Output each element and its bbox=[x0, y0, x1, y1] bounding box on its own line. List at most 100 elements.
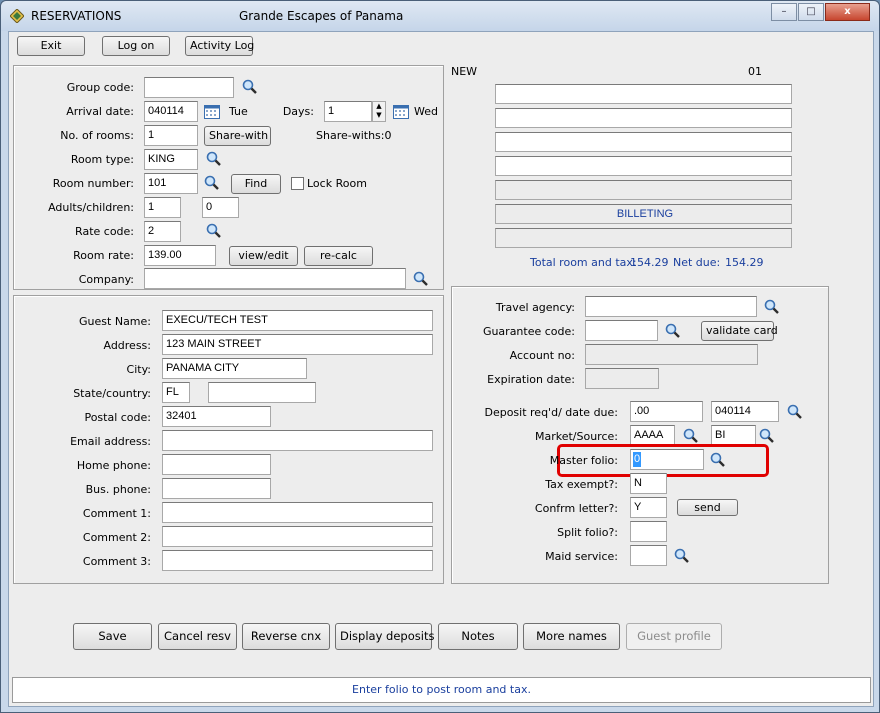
recalc-button[interactable]: re-calc bbox=[304, 246, 373, 266]
bus-phone-input[interactable] bbox=[162, 478, 271, 499]
search-icon[interactable] bbox=[665, 323, 681, 339]
maid-service-label: Maid service: bbox=[545, 550, 618, 563]
address-label: Address: bbox=[103, 339, 151, 352]
search-icon[interactable] bbox=[204, 175, 220, 191]
confirm-letter-input[interactable]: Y bbox=[630, 497, 667, 518]
account-label: Account no: bbox=[509, 349, 575, 362]
save-button[interactable]: Save bbox=[73, 623, 152, 650]
company-input[interactable] bbox=[144, 268, 406, 289]
lock-room-checkbox[interactable] bbox=[291, 177, 304, 190]
find-button[interactable]: Find bbox=[231, 174, 281, 194]
expiration-input[interactable] bbox=[585, 368, 659, 389]
master-folio-input[interactable]: 0 bbox=[630, 449, 704, 470]
room-number-input[interactable]: 101 bbox=[144, 173, 198, 194]
search-icon[interactable] bbox=[759, 428, 775, 444]
confirm-letter-label: Confrm letter?: bbox=[534, 502, 618, 515]
logon-button[interactable]: Log on bbox=[102, 36, 170, 56]
total-label: Total room and tax: bbox=[530, 256, 637, 269]
master-folio-value: 0 bbox=[633, 452, 641, 467]
days-input[interactable]: 1 bbox=[324, 101, 372, 122]
reverse-cnx-button[interactable]: Reverse cnx bbox=[242, 623, 330, 650]
room-type-label: Room type: bbox=[70, 153, 134, 166]
exit-button[interactable]: Exit bbox=[17, 36, 85, 56]
room-rate-input[interactable]: 139.00 bbox=[144, 245, 216, 266]
cancel-resv-button[interactable]: Cancel resv bbox=[158, 623, 237, 650]
calendar-icon[interactable] bbox=[204, 104, 220, 119]
close-button[interactable]: x bbox=[825, 3, 870, 21]
arrival-date-input[interactable]: 040114 bbox=[144, 101, 198, 122]
source-input[interactable]: BI bbox=[711, 425, 756, 446]
postal-code-input[interactable]: 32401 bbox=[162, 406, 271, 427]
app-icon bbox=[10, 9, 24, 23]
adults-children-label: Adults/children: bbox=[48, 201, 134, 214]
group-code-label: Group code: bbox=[66, 81, 134, 94]
rate-code-input[interactable]: 2 bbox=[144, 221, 181, 242]
arrival-day: Tue bbox=[229, 105, 248, 118]
share-with-button[interactable]: Share-with bbox=[204, 126, 271, 146]
split-folio-input[interactable] bbox=[630, 521, 667, 542]
expiration-label: Expiration date: bbox=[487, 373, 575, 386]
more-names-button[interactable]: More names bbox=[523, 623, 620, 650]
days-label: Days: bbox=[282, 105, 314, 118]
notes-button[interactable]: Notes bbox=[438, 623, 518, 650]
rooms-input[interactable]: 1 bbox=[144, 125, 198, 146]
days-stepper[interactable]: ▲ ▼ bbox=[372, 101, 386, 122]
guest-name-label: Guest Name: bbox=[79, 315, 151, 328]
city-input[interactable]: PANAMA CITY bbox=[162, 358, 307, 379]
billeting-field: BILLETING bbox=[495, 204, 792, 224]
search-icon[interactable] bbox=[674, 548, 690, 564]
room-type-input[interactable]: KING bbox=[144, 149, 198, 170]
email-input[interactable] bbox=[162, 430, 433, 451]
travel-agency-label: Travel agency: bbox=[495, 301, 575, 314]
summary-line bbox=[495, 180, 792, 200]
search-icon[interactable] bbox=[683, 428, 699, 444]
reservations-window: RESERVATIONS Grande Escapes of Panama – … bbox=[0, 0, 880, 713]
deposit-input[interactable]: .00 bbox=[630, 401, 703, 422]
company-label: Company: bbox=[78, 273, 134, 286]
tax-exempt-input[interactable]: N bbox=[630, 473, 667, 494]
market-input[interactable]: AAAA bbox=[630, 425, 675, 446]
status-bar: Enter folio to post room and tax. bbox=[12, 677, 871, 703]
account-input[interactable] bbox=[585, 344, 758, 365]
search-icon[interactable] bbox=[787, 404, 803, 420]
folio-number: 01 bbox=[748, 65, 762, 78]
display-deposits-button[interactable]: Display deposits bbox=[335, 623, 434, 650]
maximize-button[interactable]: □ bbox=[798, 3, 824, 21]
maid-service-input[interactable] bbox=[630, 545, 667, 566]
view-edit-button[interactable]: view/edit bbox=[229, 246, 298, 266]
send-button[interactable]: send bbox=[677, 499, 738, 516]
validate-card-button[interactable]: validate card bbox=[701, 321, 778, 341]
search-icon[interactable] bbox=[710, 452, 726, 468]
address-input[interactable]: 123 MAIN STREET bbox=[162, 334, 433, 355]
home-phone-input[interactable] bbox=[162, 454, 271, 475]
net-due-label: Net due: bbox=[673, 256, 721, 269]
postal-code-label: Postal code: bbox=[84, 411, 151, 424]
guest-profile-button[interactable]: Guest profile bbox=[626, 623, 722, 650]
search-icon[interactable] bbox=[206, 151, 222, 167]
adults-input[interactable]: 1 bbox=[144, 197, 181, 218]
comment1-label: Comment 1: bbox=[82, 507, 151, 520]
reservation-status: NEW bbox=[451, 65, 478, 78]
country-input[interactable] bbox=[208, 382, 316, 403]
deposit-date-input[interactable]: 040114 bbox=[711, 401, 779, 422]
search-icon[interactable] bbox=[206, 223, 222, 239]
activity-log-button[interactable]: Activity Log bbox=[185, 36, 254, 56]
search-icon[interactable] bbox=[764, 299, 780, 315]
arrival-date-label: Arrival date: bbox=[66, 105, 134, 118]
state-input[interactable]: FL bbox=[162, 382, 190, 403]
summary-line bbox=[495, 84, 792, 104]
group-code-input[interactable] bbox=[144, 77, 234, 98]
search-icon[interactable] bbox=[242, 79, 258, 95]
search-icon[interactable] bbox=[413, 271, 429, 287]
guest-name-input[interactable]: EXECU/TECH TEST bbox=[162, 310, 433, 331]
guarantee-code-input[interactable] bbox=[585, 320, 658, 341]
bus-phone-label: Bus. phone: bbox=[85, 483, 151, 496]
minimize-button[interactable]: – bbox=[771, 3, 797, 21]
title-bar: RESERVATIONS Grande Escapes of Panama – … bbox=[1, 1, 879, 31]
travel-agency-input[interactable] bbox=[585, 296, 757, 317]
calendar-icon[interactable] bbox=[393, 104, 409, 119]
comment1-input[interactable] bbox=[162, 502, 433, 523]
comment3-input[interactable] bbox=[162, 550, 433, 571]
children-input[interactable]: 0 bbox=[202, 197, 239, 218]
comment2-input[interactable] bbox=[162, 526, 433, 547]
